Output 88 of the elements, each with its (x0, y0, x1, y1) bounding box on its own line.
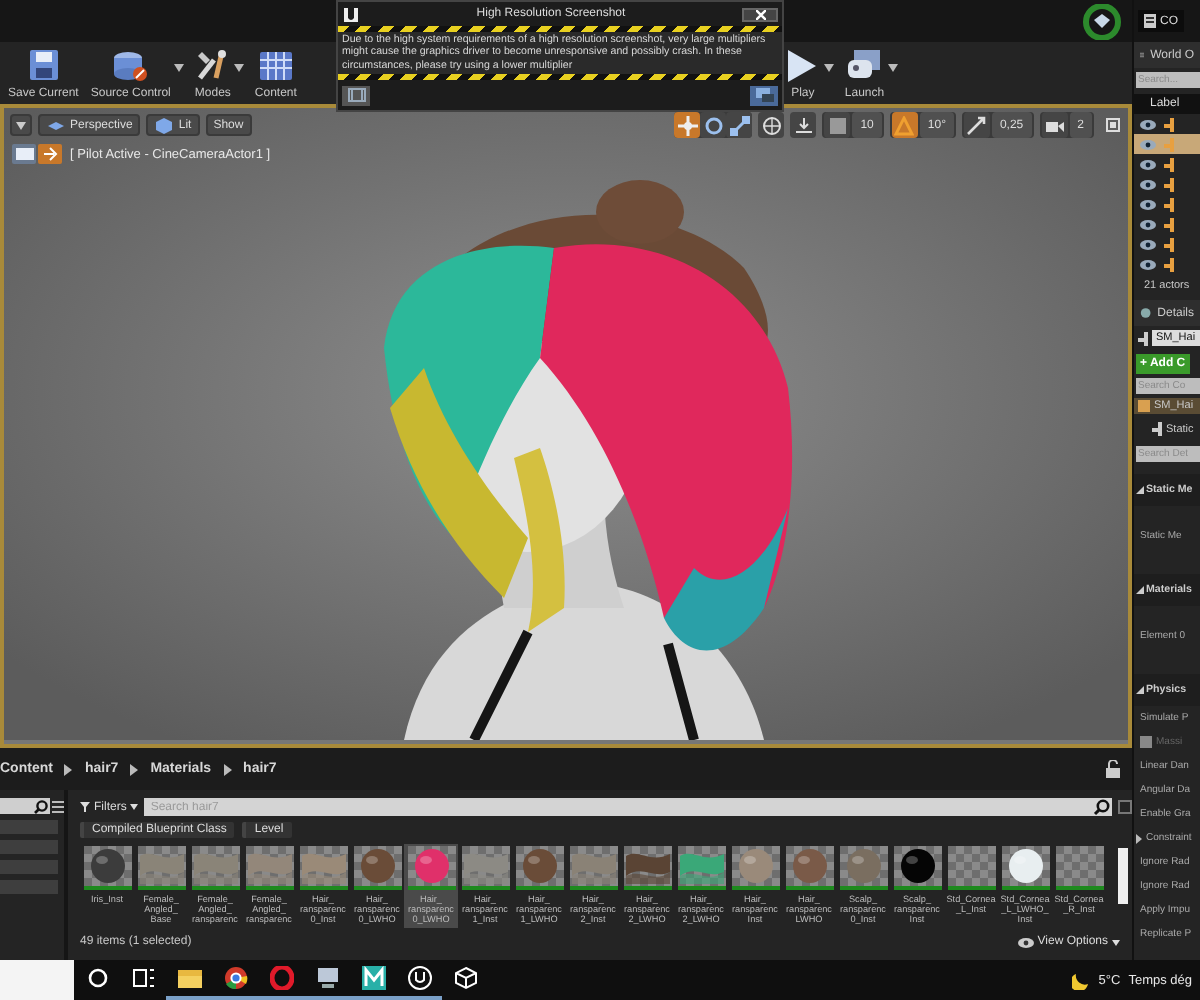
grid-icon (257, 48, 294, 84)
save-search-icon[interactable] (1118, 800, 1132, 814)
gamepad-icon (846, 48, 883, 84)
profile-icon[interactable] (1080, 3, 1124, 39)
caret-icon[interactable] (174, 64, 185, 72)
unreal-icon (407, 966, 431, 990)
component-icon (1138, 400, 1150, 412)
eye-icon (1140, 119, 1156, 129)
surface-snap-button[interactable] (790, 112, 817, 138)
funnel-icon (80, 802, 90, 812)
eye-icon (1140, 139, 1156, 149)
triangle-icon (1136, 586, 1144, 594)
eye-icon (1140, 219, 1156, 229)
square-icon (827, 115, 848, 135)
taskview-icon (131, 966, 155, 990)
arrow-icon (41, 146, 59, 162)
menu-button[interactable] (10, 114, 32, 136)
frame-icon (347, 88, 365, 103)
opera-taskbar-icon[interactable] (258, 960, 304, 1000)
actor-icon (1152, 422, 1162, 436)
close-button[interactable] (742, 7, 778, 21)
capture-region-button[interactable] (342, 85, 370, 106)
database-icon (112, 48, 149, 84)
cortana-icon (85, 966, 109, 990)
globe-button[interactable] (758, 112, 785, 138)
unreal-logo-icon (342, 5, 360, 23)
caret-icon[interactable] (234, 64, 245, 72)
search-icon (34, 799, 48, 813)
scale-tool-button[interactable] (726, 112, 753, 138)
m-icon (361, 966, 385, 990)
caret-icon (1112, 939, 1120, 946)
screenshot-icon (755, 88, 773, 103)
search-field[interactable] (0, 798, 50, 814)
tools-icon (194, 48, 231, 84)
grid-snap-button[interactable] (824, 112, 851, 138)
triangle-icon (894, 115, 915, 135)
computer-icon (315, 966, 339, 990)
eye-icon (1140, 259, 1156, 269)
caret-icon (16, 121, 26, 129)
lock-icon[interactable] (1106, 760, 1120, 778)
details-icon (1140, 306, 1152, 320)
cube-icon (154, 115, 175, 135)
panel-icon (1144, 14, 1156, 28)
eye-icon (1140, 159, 1156, 169)
checkbox[interactable] (1140, 736, 1152, 748)
triangle-icon (1136, 686, 1144, 694)
triangle-icon (1136, 486, 1144, 494)
eye-icon (1140, 179, 1156, 189)
search-field[interactable] (0, 960, 74, 1000)
chevron-icon (64, 763, 73, 775)
snap-icon (793, 115, 814, 135)
eye-icon (1017, 937, 1034, 948)
eye-icon (1140, 199, 1156, 209)
expand-arrow-icon[interactable] (1136, 833, 1142, 843)
rotate-tool-button[interactable] (700, 112, 727, 138)
chevron-icon (130, 763, 139, 775)
globe-icon (761, 115, 782, 135)
folder-icon (177, 966, 201, 990)
opera-icon (269, 966, 293, 990)
list-icon[interactable] (52, 799, 64, 813)
moon-icon[interactable] (1072, 971, 1091, 989)
search-icon[interactable] (1092, 798, 1112, 816)
eye-icon (1140, 239, 1156, 249)
m-taskbar-icon[interactable] (350, 960, 396, 1000)
arrow-icon (966, 115, 987, 135)
scrollbar-thumb[interactable] (1118, 848, 1128, 904)
caret-icon (130, 804, 139, 810)
play-icon (784, 48, 821, 84)
close-icon (755, 9, 765, 19)
actor-icon (1138, 331, 1148, 345)
screenshot-button[interactable] (750, 85, 778, 106)
screen-icon (15, 146, 33, 162)
scale-icon (729, 115, 750, 135)
move-icon (677, 115, 698, 135)
rotation-snap-button[interactable] (891, 112, 918, 138)
camera-button[interactable] (12, 144, 36, 164)
circle-icon (703, 115, 724, 135)
caret-icon[interactable] (824, 64, 835, 72)
scale-snap-button[interactable] (963, 112, 990, 138)
maximize-icon[interactable] (1106, 118, 1120, 132)
cube-icon (453, 966, 477, 990)
speed-snap-button[interactable] (1041, 112, 1068, 138)
unreal-taskbar-icon[interactable] (396, 960, 442, 1000)
translate-tool-button[interactable] (674, 112, 701, 138)
chevron-icon (223, 763, 232, 775)
eject-button[interactable] (38, 144, 62, 164)
caret-icon[interactable] (888, 64, 899, 72)
chrome-icon (223, 966, 247, 990)
